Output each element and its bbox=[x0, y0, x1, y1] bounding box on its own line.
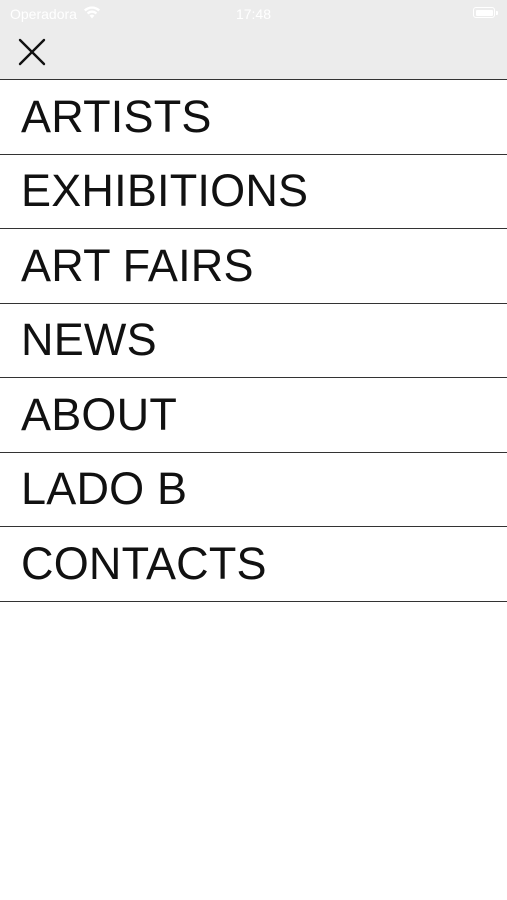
menu-item-label: ARTISTS bbox=[21, 90, 212, 142]
menu-item-label: LADO B bbox=[21, 463, 188, 515]
menu-item-label: ABOUT bbox=[21, 388, 178, 440]
status-time: 17:48 bbox=[235, 6, 272, 22]
app-screen: Operadora 17:48 ARTISTS EXHIBITIONS ART … bbox=[0, 0, 507, 900]
navigation-bar bbox=[0, 28, 507, 80]
menu-item-art-fairs[interactable]: ART FAIRS bbox=[0, 229, 507, 304]
battery-fill bbox=[475, 9, 493, 16]
close-button[interactable] bbox=[10, 32, 54, 76]
battery-icon bbox=[473, 7, 498, 18]
menu-item-artists[interactable]: ARTISTS bbox=[0, 80, 507, 155]
menu-item-contacts[interactable]: CONTACTS bbox=[0, 527, 507, 602]
status-bar: Operadora 17:48 bbox=[0, 0, 507, 28]
menu-item-label: NEWS bbox=[21, 314, 157, 366]
close-icon bbox=[18, 38, 46, 71]
menu-item-lado-b[interactable]: LADO B bbox=[0, 453, 507, 527]
menu-item-about[interactable]: ABOUT bbox=[0, 378, 507, 453]
main-menu: ARTISTS EXHIBITIONS ART FAIRS NEWS ABOUT… bbox=[0, 80, 507, 602]
menu-item-news[interactable]: NEWS bbox=[0, 304, 507, 378]
menu-item-label: ART FAIRS bbox=[21, 239, 254, 291]
menu-item-exhibitions[interactable]: EXHIBITIONS bbox=[0, 155, 507, 229]
menu-item-label: CONTACTS bbox=[21, 537, 267, 589]
menu-item-label: EXHIBITIONS bbox=[21, 165, 309, 217]
